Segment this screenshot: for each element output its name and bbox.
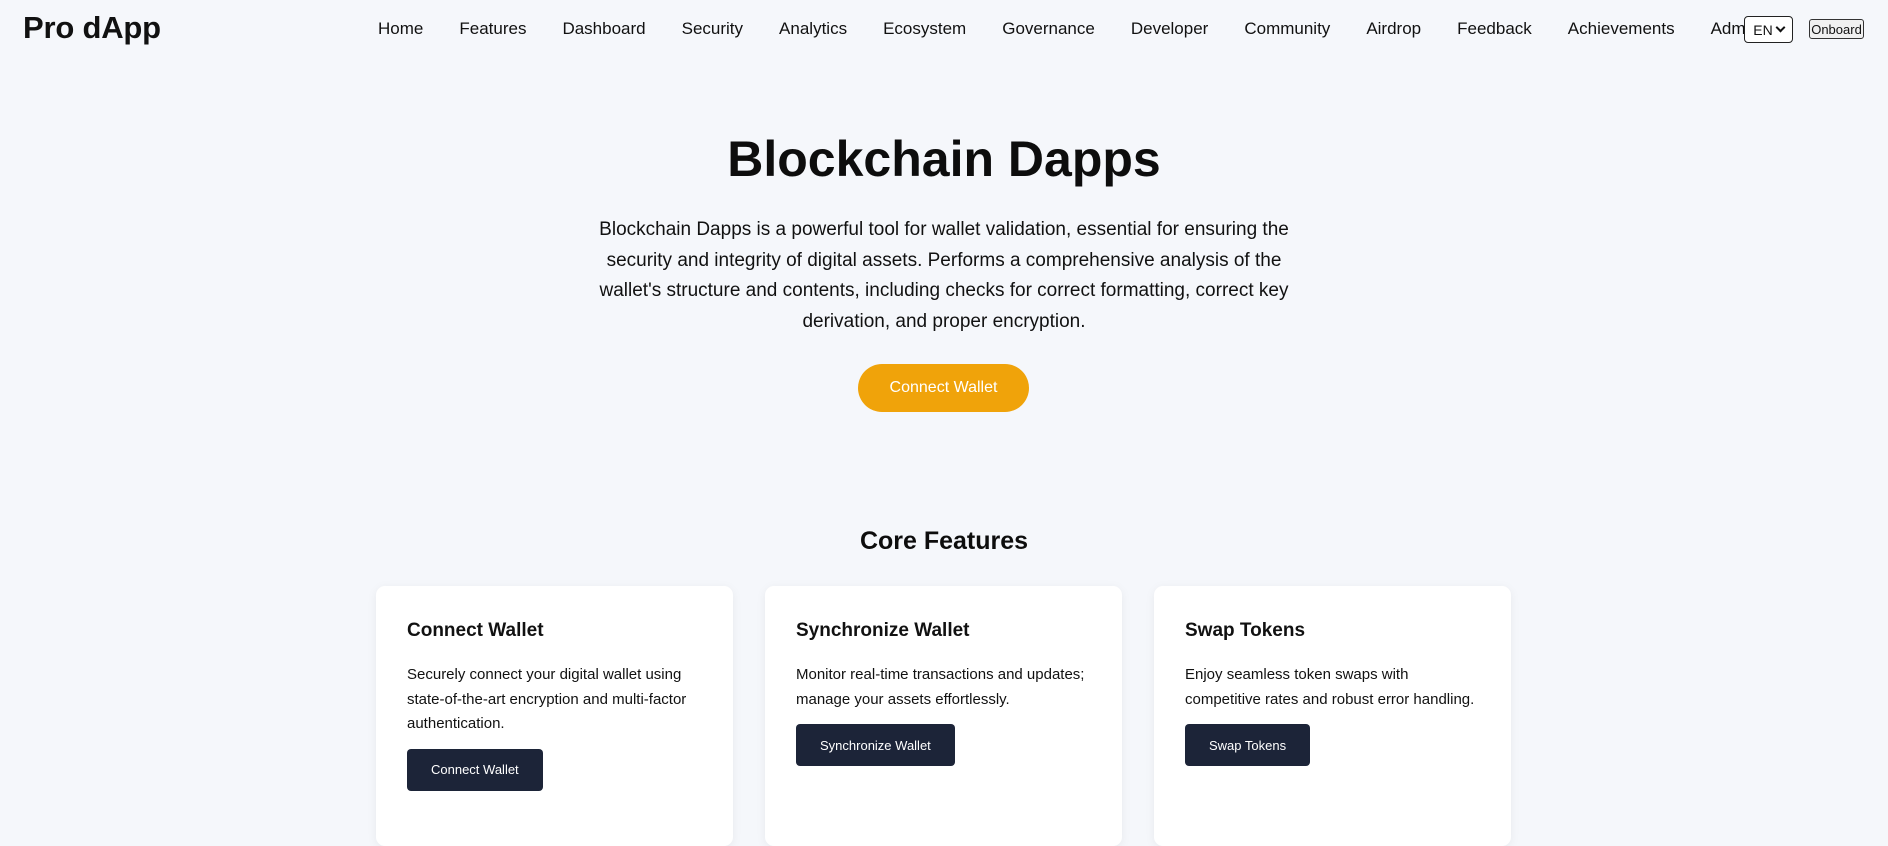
nav-security[interactable]: Security <box>682 16 743 42</box>
features-title: Core Features <box>859 527 1029 555</box>
top-header: Pro dApp Home Features Dashboard Securit… <box>0 0 1888 58</box>
feature-card-title: Swap Tokens <box>1185 620 1306 641</box>
chevron-down-icon <box>1775 22 1786 33</box>
nav-features[interactable]: Features <box>459 16 526 42</box>
feature-card-description: Monitor real-time transactions and updat… <box>796 666 1085 708</box>
brand-logo[interactable]: Pro dApp <box>23 10 161 46</box>
nav-developer[interactable]: Developer <box>1131 16 1209 42</box>
onboard-button[interactable]: Onboard <box>1809 19 1864 39</box>
nav-dashboard[interactable]: Dashboard <box>562 16 645 42</box>
feature-card-title: Synchronize Wallet <box>796 620 970 641</box>
main-nav: Home Features Dashboard Security Analyti… <box>378 16 1783 42</box>
nav-governance[interactable]: Governance <box>1002 16 1095 42</box>
nav-community[interactable]: Community <box>1244 16 1330 42</box>
swap-tokens-button[interactable]: Swap Tokens <box>1185 724 1311 766</box>
feature-card-connect-wallet: Connect Wallet Securely connect your dig… <box>376 586 733 846</box>
feature-card-description: Enjoy seamless token swaps with competit… <box>1185 666 1475 708</box>
nav-analytics[interactable]: Analytics <box>779 16 847 42</box>
nav-achievements[interactable]: Achievements <box>1568 16 1675 42</box>
nav-airdrop[interactable]: Airdrop <box>1366 16 1421 42</box>
connect-wallet-button[interactable]: Connect Wallet <box>407 748 543 791</box>
feature-card-description: Securely connect your digital wallet usi… <box>407 666 687 732</box>
nav-ecosystem[interactable]: Ecosystem <box>883 16 966 42</box>
feature-card-swap-tokens: Swap Tokens Enjoy seamless token swaps w… <box>1154 586 1511 846</box>
language-select[interactable]: EN <box>1744 16 1793 43</box>
synchronize-wallet-button[interactable]: Synchronize Wallet <box>796 724 955 766</box>
hero-title: Blockchain Dapps <box>727 131 1161 187</box>
nav-feedback[interactable]: Feedback <box>1457 16 1532 42</box>
nav-home[interactable]: Home <box>378 16 423 42</box>
hero-description: Blockchain Dapps is a powerful tool for … <box>599 219 1289 332</box>
language-select-value: EN <box>1753 21 1773 38</box>
feature-card-synchronize-wallet: Synchronize Wallet Monitor real-time tra… <box>765 586 1122 846</box>
feature-card-title: Connect Wallet <box>407 620 544 641</box>
hero-connect-wallet-button[interactable]: Connect Wallet <box>858 364 1029 412</box>
